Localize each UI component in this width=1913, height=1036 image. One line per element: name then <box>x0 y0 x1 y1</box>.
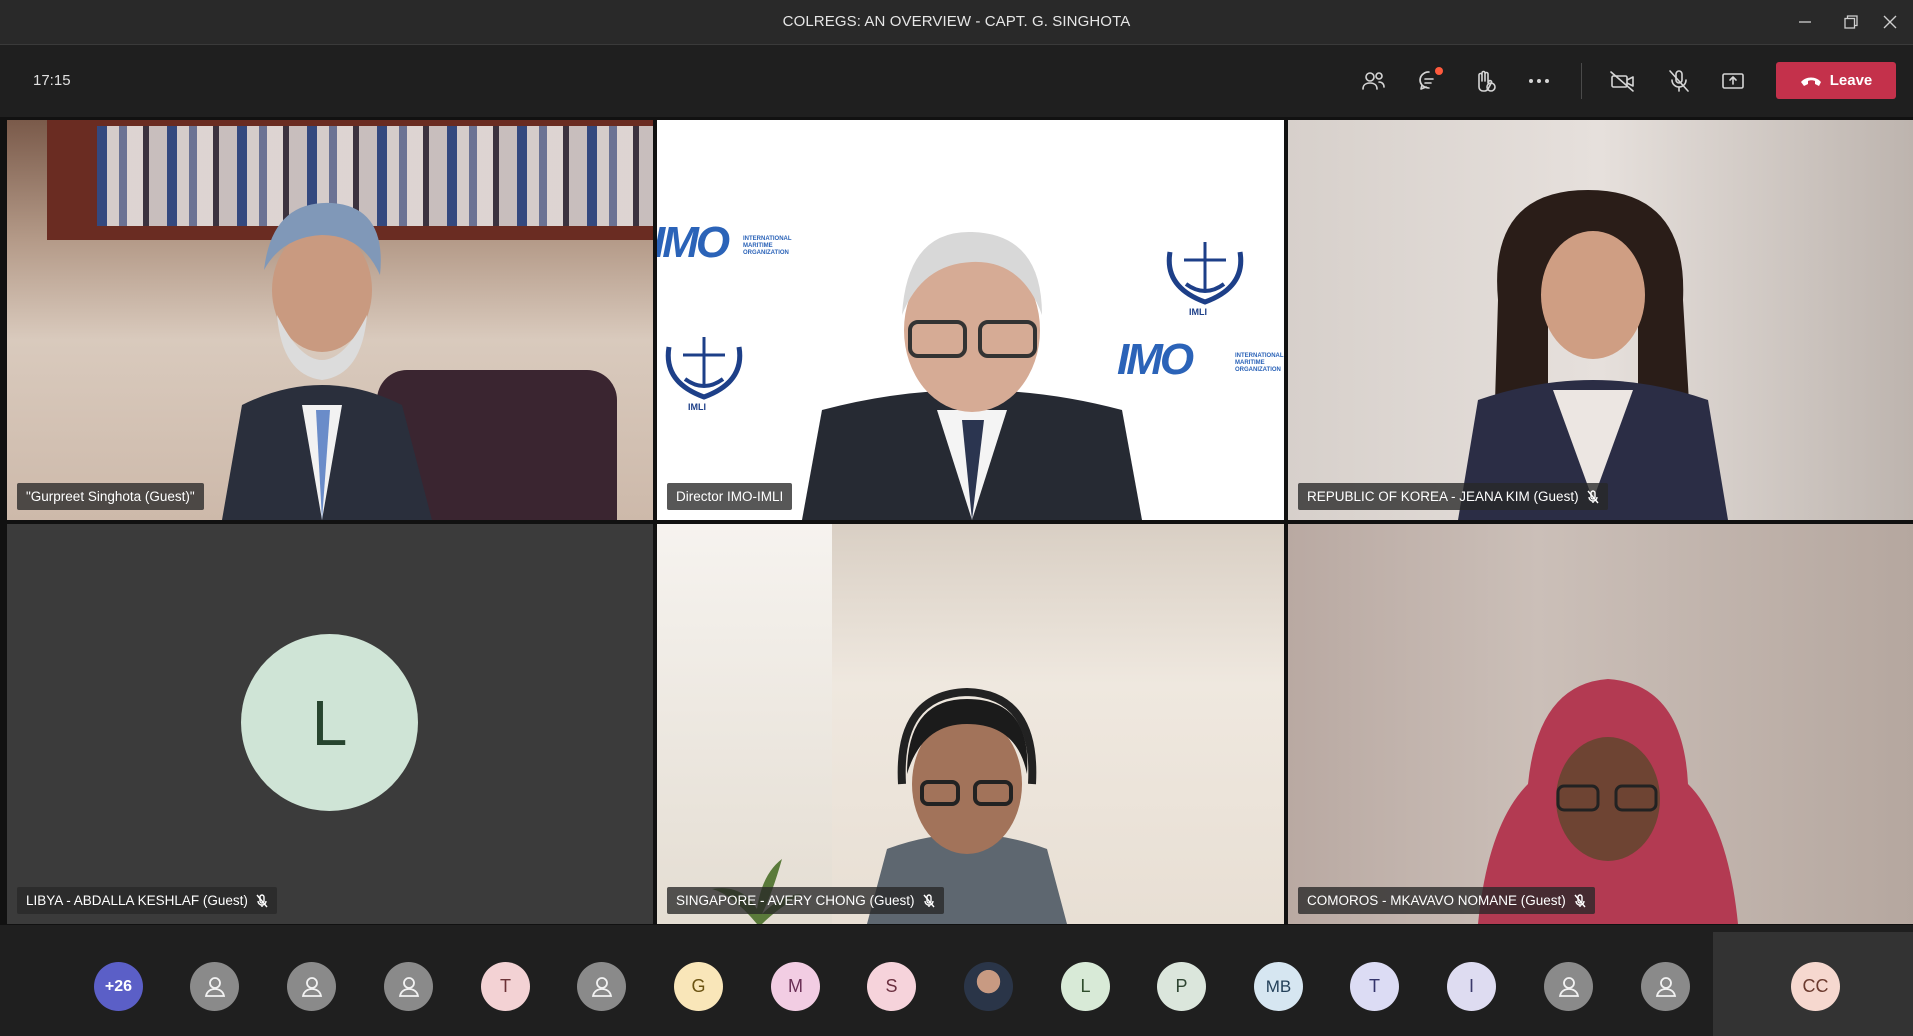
participant-name-label: "Gurpreet Singhota (Guest)" <box>17 483 204 510</box>
video-tile[interactable]: REPUBLIC OF KOREA - JEANA KIM (Guest) <box>1288 120 1913 520</box>
participant-avatar[interactable]: G <box>674 962 723 1011</box>
toolbar-divider <box>1581 63 1582 99</box>
more-icon <box>1528 79 1549 84</box>
participant-avatar: L <box>241 634 418 811</box>
participant-avatar[interactable]: T <box>1350 962 1399 1011</box>
share-icon <box>1722 73 1744 89</box>
imo-logo: IMO <box>657 218 730 267</box>
hang-up-icon <box>1800 77 1821 86</box>
participant-video <box>222 202 432 520</box>
participant-avatar[interactable]: S <box>867 962 916 1011</box>
participant-avatar[interactable] <box>1544 962 1593 1011</box>
person-icon <box>1558 976 1579 997</box>
participant-avatar[interactable] <box>190 962 239 1011</box>
imli-text: IMLI <box>1189 307 1207 317</box>
meeting-toolbar: 17:15 Leave <box>0 45 1913 117</box>
video-tile[interactable]: COMOROS - MKAVAVO NOMANE (Guest) <box>1288 524 1913 924</box>
participant-avatar[interactable]: I <box>1447 962 1496 1011</box>
leave-button[interactable]: Leave <box>1776 62 1896 99</box>
person-icon <box>1655 976 1676 997</box>
person-icon <box>204 976 225 997</box>
chat-button[interactable] <box>1409 63 1449 99</box>
participant-strip: +26 T G M S L P MB T I CC <box>0 925 1913 1036</box>
person-icon <box>591 976 612 997</box>
imo-org-name: INTERNATIONAL MARITIME ORGANIZATION <box>743 236 792 256</box>
mic-toggle-button[interactable] <box>1659 63 1699 99</box>
imo-org-name: INTERNATIONAL MARITIME ORGANIZATION <box>1235 353 1284 373</box>
participant-video <box>802 231 1142 520</box>
participant-avatar[interactable]: L <box>1061 962 1110 1011</box>
participant-name-label: COMOROS - MKAVAVO NOMANE (Guest) <box>1298 887 1595 914</box>
participant-name-label: Director IMO-IMLI <box>667 483 793 510</box>
participant-avatar[interactable] <box>384 962 433 1011</box>
participant-name-label: LIBYA - ABDALLA KESHLAF (Guest) <box>17 887 277 914</box>
participant-avatar[interactable] <box>1641 962 1690 1011</box>
self-avatar: CC <box>1791 962 1840 1011</box>
video-grid: "Gurpreet Singhota (Guest)" IMO INTERNAT… <box>0 117 1913 925</box>
restore-icon <box>1844 15 1858 29</box>
video-tile[interactable]: SINGAPORE - AVERY CHONG (Guest) <box>657 524 1284 924</box>
mic-off-icon <box>923 893 935 907</box>
participant-avatar-photo[interactable] <box>964 962 1013 1011</box>
participant-name-label: REPUBLIC OF KOREA - JEANA KIM (Guest) <box>1298 483 1608 510</box>
mic-off-icon <box>1574 893 1586 907</box>
self-preview[interactable]: CC <box>1713 932 1913 1036</box>
close-button[interactable] <box>1867 0 1913 44</box>
participant-avatar[interactable]: MB <box>1254 962 1303 1011</box>
leave-label: Leave <box>1829 72 1873 89</box>
participant-avatar[interactable] <box>287 962 336 1011</box>
camera-off-icon <box>1610 71 1634 92</box>
person-icon <box>398 976 419 997</box>
minimize-button[interactable] <box>1782 0 1828 44</box>
window-title: COLREGS: AN OVERVIEW - CAPT. G. SINGHOTA <box>782 13 1131 30</box>
close-icon <box>1883 15 1897 29</box>
more-participants-button[interactable]: +26 <box>94 962 143 1011</box>
person-icon <box>301 976 322 997</box>
share-screen-button[interactable] <box>1713 63 1753 99</box>
reactions-button[interactable] <box>1464 63 1504 99</box>
meeting-time: 17:15 <box>33 72 71 89</box>
people-icon <box>1362 72 1385 90</box>
mic-off-icon <box>1669 70 1689 92</box>
participant-video <box>1458 190 1728 520</box>
more-options-button[interactable] <box>1519 63 1559 99</box>
participant-avatar[interactable]: P <box>1157 962 1206 1011</box>
minimize-icon <box>1799 21 1811 23</box>
title-bar: COLREGS: AN OVERVIEW - CAPT. G. SINGHOTA <box>0 0 1913 45</box>
mic-off-icon <box>1587 489 1599 503</box>
participant-avatar[interactable]: M <box>771 962 820 1011</box>
participant-avatar[interactable] <box>577 962 626 1011</box>
imli-text: IMLI <box>688 402 706 412</box>
video-tile[interactable]: "Gurpreet Singhota (Guest)" <box>7 120 653 520</box>
camera-toggle-button[interactable] <box>1603 63 1643 99</box>
participant-name-label: SINGAPORE - AVERY CHONG (Guest) <box>667 887 944 914</box>
chat-unread-badge <box>1435 67 1443 75</box>
raise-hand-icon <box>1478 70 1496 92</box>
participant-avatar[interactable]: T <box>481 962 530 1011</box>
mic-off-icon <box>256 893 268 907</box>
video-tile[interactable]: IMO INTERNATIONAL MARITIME ORGANIZATION IM… <box>657 120 1284 520</box>
video-tile[interactable]: L LIBYA - ABDALLA KESHLAF (Guest) <box>7 524 653 924</box>
participants-button[interactable] <box>1353 63 1393 99</box>
